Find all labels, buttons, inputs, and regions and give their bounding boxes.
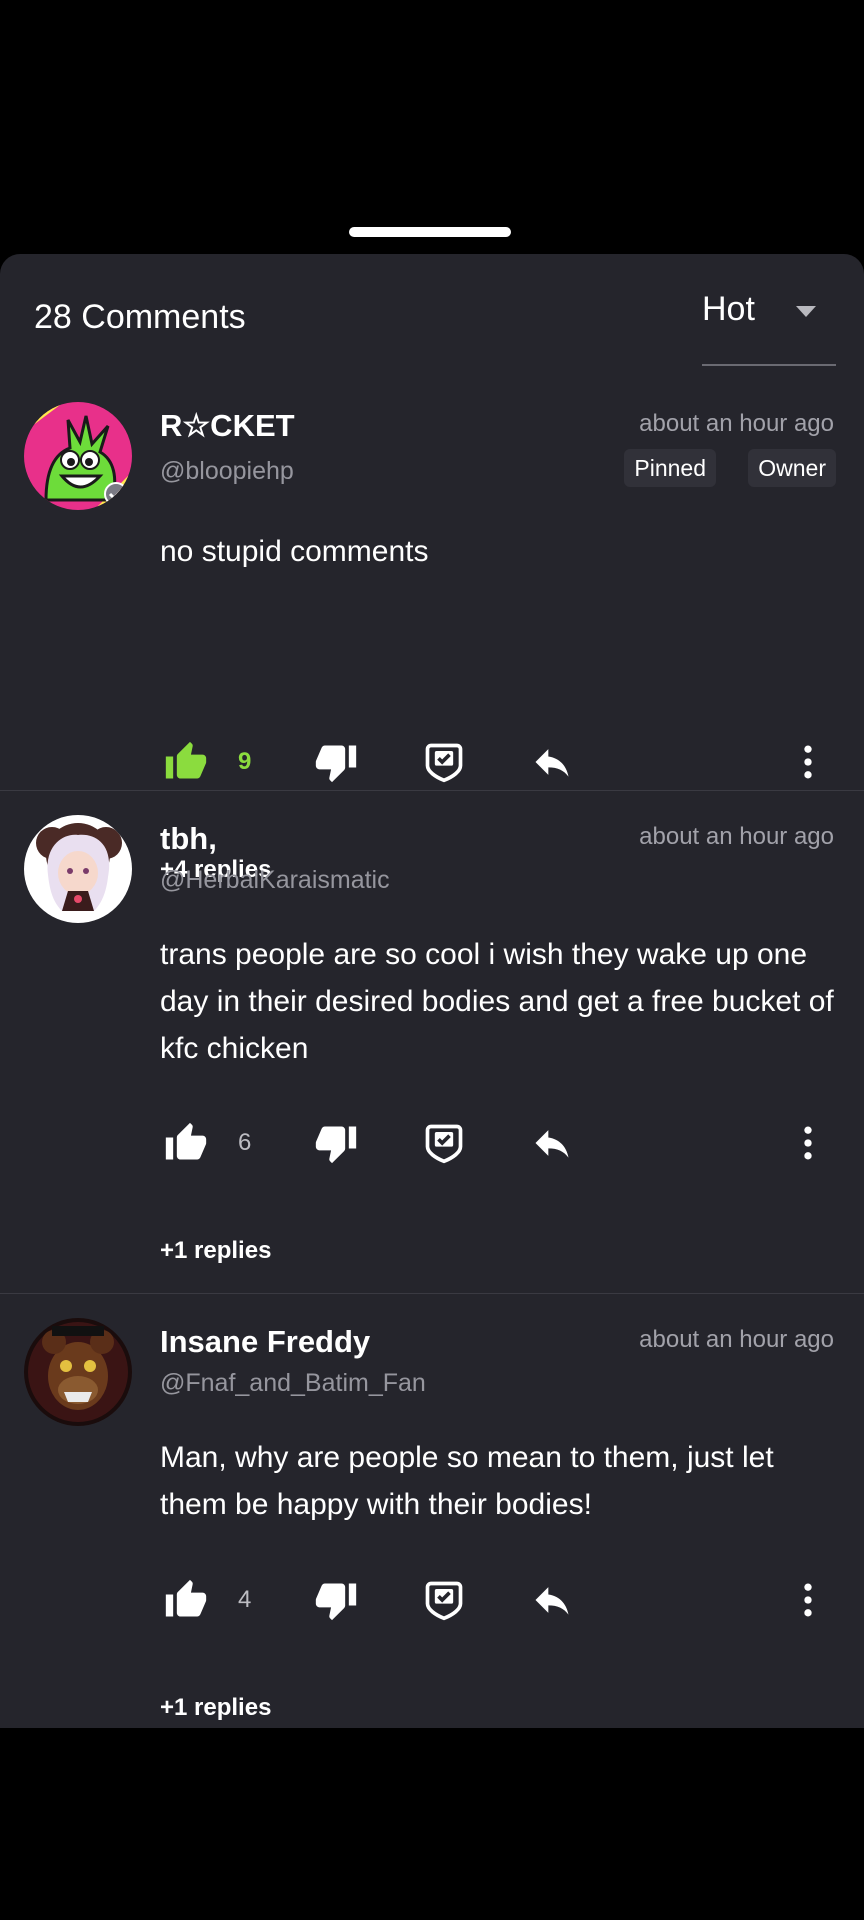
dislike-button[interactable] bbox=[314, 740, 358, 784]
like-count: 6 bbox=[238, 1129, 252, 1156]
more-button[interactable] bbox=[786, 740, 830, 784]
thumbs-down-icon bbox=[315, 1126, 357, 1164]
timestamp: about an hour ago bbox=[639, 410, 834, 437]
reply-icon bbox=[535, 1587, 569, 1615]
like-button[interactable] bbox=[164, 1578, 208, 1622]
user-handle[interactable]: @Fnaf_and_Batim_Fan bbox=[160, 1369, 426, 1398]
bottom-area bbox=[0, 1728, 864, 1920]
award-button[interactable] bbox=[422, 1578, 466, 1622]
award-button[interactable] bbox=[422, 740, 466, 784]
award-button[interactable] bbox=[422, 1121, 466, 1165]
like-count: 4 bbox=[238, 1586, 252, 1613]
comment-count: 28 Comments bbox=[34, 298, 246, 336]
view-replies-link[interactable]: +1 replies bbox=[160, 1694, 271, 1722]
display-name[interactable]: R☆CKET bbox=[160, 408, 295, 444]
dislike-button[interactable] bbox=[314, 1121, 358, 1165]
timestamp: about an hour ago bbox=[639, 1326, 834, 1353]
comments-header: 28 Comments Hot bbox=[0, 254, 864, 378]
comment-item: tbh, @HerbalKaraismatic about an hour ag… bbox=[0, 791, 864, 1294]
comment-text: no stupid comments bbox=[160, 535, 429, 568]
more-button[interactable] bbox=[786, 1121, 830, 1165]
drag-handle[interactable] bbox=[349, 227, 511, 237]
more-vertical-icon bbox=[804, 745, 812, 779]
thumbs-up-icon bbox=[165, 1122, 207, 1160]
award-icon bbox=[425, 1581, 463, 1621]
thumbs-down-icon bbox=[315, 745, 357, 783]
sort-label: Hot bbox=[702, 290, 755, 328]
view-replies-link[interactable]: +1 replies bbox=[160, 1237, 271, 1265]
comment-actions: 4 bbox=[160, 1578, 840, 1628]
comment-actions: 6 bbox=[160, 1121, 840, 1171]
like-button[interactable] bbox=[164, 740, 208, 784]
more-vertical-icon bbox=[804, 1583, 812, 1617]
reply-icon bbox=[535, 1130, 569, 1158]
comment-actions: 9 bbox=[160, 740, 840, 790]
caret-down-icon bbox=[796, 306, 816, 317]
display-name[interactable]: Insane Freddy bbox=[160, 1324, 370, 1360]
sort-dropdown[interactable]: Hot bbox=[702, 282, 836, 366]
like-count: 9 bbox=[238, 748, 252, 775]
thumbs-down-icon bbox=[315, 1583, 357, 1621]
display-name[interactable]: tbh, bbox=[160, 821, 217, 857]
avatar[interactable] bbox=[24, 815, 132, 923]
comment-item: Insane Freddy @Fnaf_and_Batim_Fan about … bbox=[0, 1294, 864, 1728]
user-handle[interactable]: @bloopiehp bbox=[160, 457, 294, 486]
avatar[interactable] bbox=[24, 1318, 132, 1426]
dislike-button[interactable] bbox=[314, 1578, 358, 1622]
reply-icon bbox=[535, 749, 569, 777]
award-icon bbox=[425, 743, 463, 783]
thumbs-up-icon bbox=[165, 741, 207, 779]
comment-text: trans people are so cool i wish they wak… bbox=[160, 938, 834, 1065]
owner-badge: Owner bbox=[748, 449, 836, 487]
user-handle[interactable]: @HerbalKaraismatic bbox=[160, 866, 390, 895]
thumbs-up-icon bbox=[165, 1579, 207, 1617]
comments-sheet: 28 Comments Hot R☆CKET @bloopiehp about … bbox=[0, 254, 864, 1728]
reply-button[interactable] bbox=[530, 1578, 574, 1622]
more-button[interactable] bbox=[786, 1578, 830, 1622]
reply-button[interactable] bbox=[530, 740, 574, 784]
avatar[interactable] bbox=[24, 402, 132, 510]
reply-button[interactable] bbox=[530, 1121, 574, 1165]
pinned-badge: Pinned bbox=[624, 449, 716, 487]
like-button[interactable] bbox=[164, 1121, 208, 1165]
comment-text: Man, why are people so mean to them, jus… bbox=[160, 1441, 774, 1521]
timestamp: about an hour ago bbox=[639, 823, 834, 850]
award-icon bbox=[425, 1124, 463, 1164]
more-vertical-icon bbox=[804, 1126, 812, 1160]
comment-item: R☆CKET @bloopiehp about an hour ago Pinn… bbox=[0, 378, 864, 883]
